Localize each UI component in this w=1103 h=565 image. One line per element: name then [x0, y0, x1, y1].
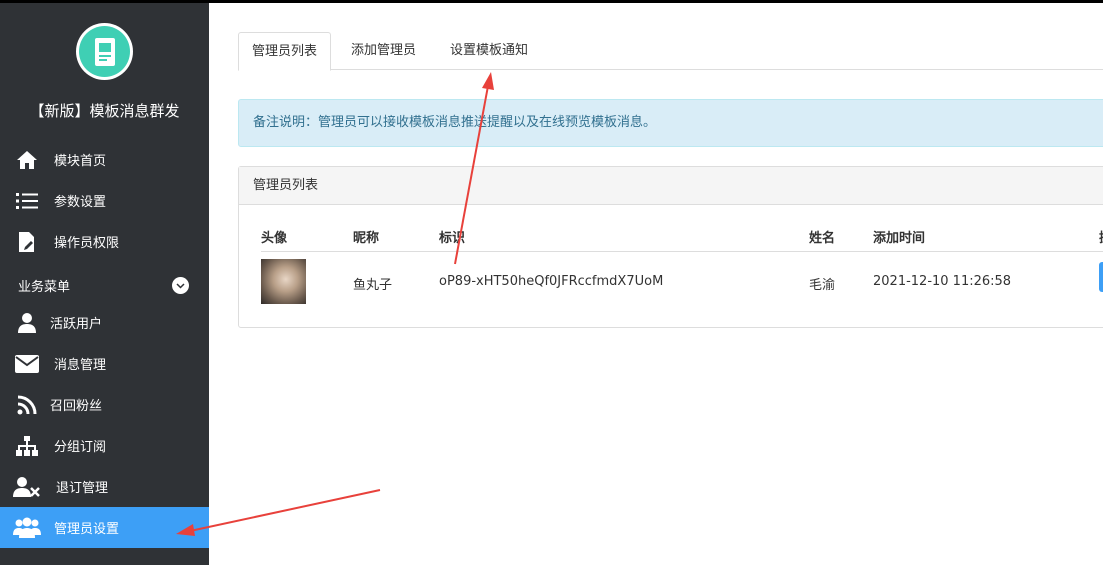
sidebar-item-home[interactable]: 模块首页 [0, 139, 209, 180]
sidebar-item-messages[interactable]: 消息管理 [0, 343, 209, 384]
arrow-head-tab [482, 72, 494, 90]
sidebar-item-group-subscription[interactable]: 分组订阅 [0, 425, 209, 466]
tab-bar: 管理员列表 添加管理员 设置模板通知 [238, 32, 1103, 71]
envelope-icon [12, 352, 42, 376]
sitemap-icon [12, 434, 42, 458]
info-alert: 备注说明：管理员可以接收模板消息推送提醒以及在线预览模板消息。 [238, 99, 1103, 147]
sidebar-item-label: 参数设置 [54, 195, 107, 210]
section-label: 业务菜单 [18, 280, 71, 295]
action-button[interactable] [1099, 262, 1103, 292]
sidebar-item-label: 活跃用户 [50, 317, 103, 332]
tab-admin-list[interactable]: 管理员列表 [238, 32, 332, 71]
sidebar: 【新版】模板消息群发 模块首页 参数设置 操作员权限 业务菜单 活跃用户 消息管… [0, 3, 209, 565]
column-header-nickname: 昵称 [353, 231, 380, 246]
users-icon [12, 516, 42, 540]
sidebar-item-label: 分组订阅 [54, 440, 107, 455]
column-header-avatar: 头像 [261, 231, 288, 246]
column-header-name: 姓名 [809, 231, 836, 246]
document-edit-icon [12, 230, 42, 254]
cell-name: 毛渝 [809, 278, 836, 293]
rss-icon [12, 393, 42, 417]
user-icon [12, 311, 42, 335]
cell-nickname: 鱼丸子 [353, 278, 393, 293]
panel-title: 管理员列表 [239, 167, 1103, 205]
arrow-line-to-sidebar [189, 489, 381, 532]
cell-openid: oP89-xHT50heQf0JFRccfmdX7UoM [439, 274, 664, 289]
sidebar-item-admin-settings[interactable]: 管理员设置 [0, 507, 209, 548]
tab-add-admin[interactable]: 添加管理员 [338, 32, 429, 70]
tab-template-notification[interactable]: 设置模板通知 [437, 32, 541, 70]
header-divider [261, 251, 1103, 252]
sidebar-item-label: 消息管理 [54, 358, 107, 373]
cell-added-time: 2021-12-10 11:26:58 [873, 274, 1012, 289]
sidebar-item-label: 召回粉丝 [50, 399, 103, 414]
app-logo [76, 23, 133, 80]
column-header-actions: 操 [1099, 227, 1103, 246]
logo-icon [79, 26, 130, 77]
admin-list-panel: 管理员列表 头像 昵称 标识 姓名 添加时间 操 鱼丸子 oP89-xHT50h… [238, 166, 1103, 328]
home-icon [12, 148, 42, 172]
sidebar-item-operator-permissions[interactable]: 操作员权限 [0, 221, 209, 262]
sidebar-item-settings[interactable]: 参数设置 [0, 180, 209, 221]
column-header-openid: 标识 [439, 231, 466, 246]
sidebar-item-label: 退订管理 [56, 481, 109, 496]
sidebar-item-label: 模块首页 [54, 154, 107, 169]
column-header-added-time: 添加时间 [873, 231, 926, 246]
app-title: 【新版】模板消息群发 [29, 102, 180, 120]
avatar [261, 259, 306, 304]
app-root: 【新版】模板消息群发 模块首页 参数设置 操作员权限 业务菜单 活跃用户 消息管… [0, 0, 1103, 565]
sidebar-item-active-users[interactable]: 活跃用户 [0, 302, 209, 343]
sidebar-item-recall-fans[interactable]: 召回粉丝 [0, 384, 209, 425]
sidebar-item-unsubscribe[interactable]: 退订管理 [0, 466, 209, 507]
chevron-down-icon[interactable] [172, 277, 189, 294]
user-remove-icon [12, 475, 42, 499]
sidebar-item-label: 管理员设置 [54, 522, 120, 537]
sidebar-item-label: 操作员权限 [54, 236, 120, 251]
list-icon [12, 189, 42, 213]
